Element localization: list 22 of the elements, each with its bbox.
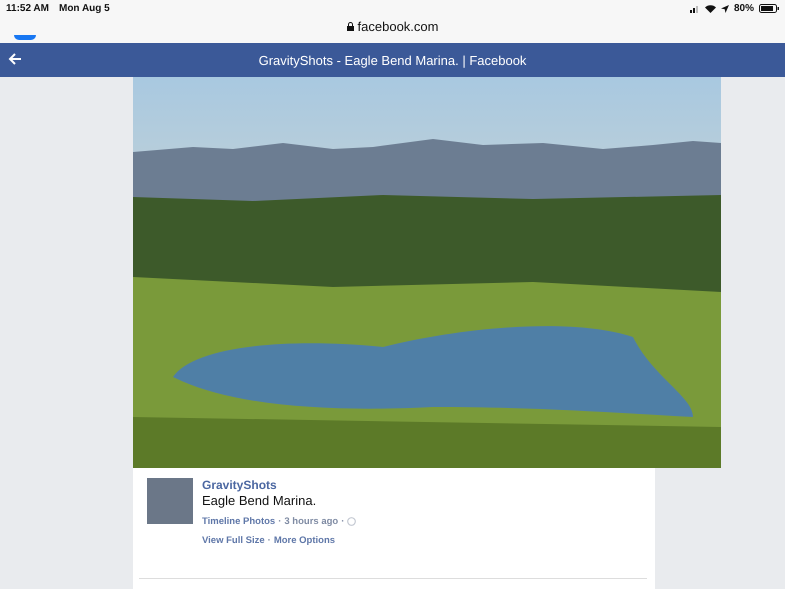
photo-caption: Eagle Bend Marina. xyxy=(202,493,318,508)
globe-icon xyxy=(347,517,356,526)
wifi-icon xyxy=(704,4,716,12)
location-icon xyxy=(720,4,729,12)
status-time: 11:52 AM xyxy=(6,3,49,14)
status-date: Mon Aug 5 xyxy=(58,3,110,14)
view-full-size-link[interactable]: View Full Size xyxy=(202,535,265,546)
signal-icon xyxy=(690,4,700,12)
author-name[interactable]: GravityShots xyxy=(202,478,356,492)
battery-percent: 80% xyxy=(734,3,754,14)
battery-icon xyxy=(759,4,779,13)
back-arrow-icon xyxy=(8,52,22,66)
post-time: 3 hours ago xyxy=(284,516,338,527)
lock-icon xyxy=(346,22,354,30)
separator-dot: · xyxy=(341,516,344,527)
more-options-link[interactable]: More Options xyxy=(274,535,336,546)
album-link[interactable]: Timeline Photos xyxy=(202,516,276,527)
separator-dot: · xyxy=(278,516,282,527)
avatar-photo xyxy=(147,478,193,524)
separator-dot: · xyxy=(268,535,271,546)
url-text[interactable]: facebook.com xyxy=(358,18,438,34)
page-title: GravityShots - Eagle Bend Marina. | Facebook xyxy=(258,52,528,68)
